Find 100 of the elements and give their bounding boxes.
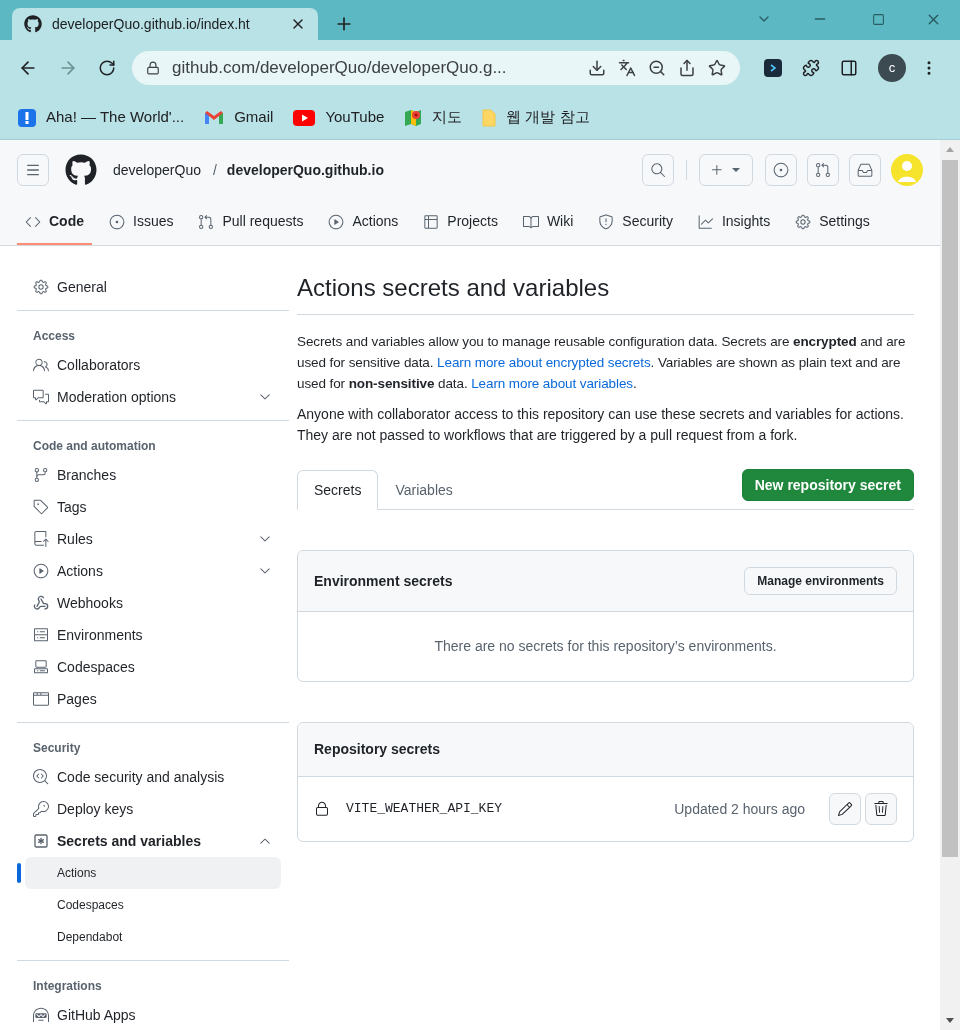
panel-title: Repository secrets	[314, 740, 441, 759]
bookmark[interactable]: YouTube	[293, 106, 385, 129]
trash-icon	[873, 801, 889, 817]
asterisk-icon	[33, 833, 49, 849]
path-separator: /	[212, 160, 217, 180]
repo-push-icon	[33, 531, 49, 547]
section-heading: Access	[32, 328, 77, 345]
tag-icon	[33, 499, 49, 515]
learn-more-link[interactable]: Learn more about encrypted secrets	[437, 355, 651, 370]
shield-icon	[598, 213, 615, 230]
section-heading: Security	[32, 740, 82, 757]
bookmark[interactable]: 웹 개발 참고	[482, 106, 590, 129]
browser-window-icon	[33, 691, 49, 707]
reload-icon[interactable]	[98, 59, 116, 77]
repo-tab[interactable]: Actions	[320, 200, 407, 245]
sidebar-item[interactable]: Tags	[25, 491, 281, 523]
sidebar-item[interactable]: Branches	[25, 459, 281, 491]
sidebar-subitem[interactable]: Codespaces	[25, 889, 281, 921]
sidebar-item[interactable]: GitHub Apps	[25, 999, 281, 1030]
sidebar-item[interactable]: Webhooks	[25, 587, 281, 619]
extension-icon[interactable]	[764, 59, 782, 77]
menu-button[interactable]	[17, 154, 49, 186]
gear-icon	[33, 279, 49, 295]
sidebar-item[interactable]: Secrets and variables	[25, 825, 281, 857]
lock-icon	[314, 801, 330, 817]
repo-tab[interactable]: Security	[590, 200, 681, 245]
install-icon[interactable]	[588, 59, 606, 77]
repo-tab[interactable]: Insights	[689, 200, 779, 245]
empty-message: There are no secrets for this repository’s environments.	[434, 637, 777, 656]
translate-icon[interactable]	[618, 59, 636, 77]
owner-link[interactable]: developerQuo	[113, 159, 201, 181]
url-text: github.com/developerQuo/developerQuo.g...	[172, 57, 508, 80]
sidebar-subitem[interactable]: Actions	[25, 857, 281, 889]
delete-button[interactable]	[865, 793, 897, 825]
bookmark[interactable]: Gmail	[204, 106, 274, 129]
octocat-icon	[24, 15, 42, 33]
play-icon	[33, 563, 49, 579]
sidebar-item[interactable]: Rules	[25, 523, 281, 555]
page-title: Actions secrets and variables	[297, 270, 914, 315]
panel-title: Environment secrets	[314, 571, 454, 591]
sidebar-subitem[interactable]: Dependabot	[25, 921, 281, 953]
zoom-out-icon[interactable]	[648, 59, 666, 77]
book-icon	[522, 213, 539, 230]
sidebar-item[interactable]: Code security and analysis	[25, 761, 281, 793]
sidebar-item[interactable]: Actions	[25, 555, 281, 587]
search-button[interactable]	[642, 154, 674, 186]
browser-tab[interactable]: developerQuo.github.io/index.ht	[12, 8, 318, 40]
branch-icon	[33, 467, 49, 483]
scrollbar[interactable]	[940, 140, 960, 1030]
star-icon[interactable]	[708, 59, 726, 77]
repo-link[interactable]: developerQuo.github.io	[226, 159, 384, 181]
webhook-icon	[33, 595, 49, 611]
bookmark[interactable]: Aha! — The World'...	[18, 106, 185, 129]
access-note: Anyone with collaborator access to this repository can use these secrets and variables for actions. They are not passed to workflows that are triggered by a pull request from a fork.	[297, 405, 905, 445]
updated-time: Updated 2 hours ago	[674, 799, 805, 819]
people-icon	[33, 357, 49, 373]
sidebar-item[interactable]: Deploy keys	[25, 793, 281, 825]
side-panel-icon[interactable]	[840, 59, 858, 77]
sidebar-item[interactable]: Moderation options	[25, 381, 281, 413]
inbox-button[interactable]	[849, 154, 881, 186]
description-text: Secrets and variables allow you to manage reusable configuration data. Secrets are encrypted and are used for sensitive data. Learn more about encrypted secrets. Variables are shown as plain text and are used for non-sensitive data. Learn more about variables.	[297, 333, 907, 393]
repo-tab[interactable]: Projects	[415, 200, 506, 245]
robot-icon	[33, 1007, 49, 1023]
repo-tab[interactable]: Wiki	[514, 200, 582, 245]
repo-tab[interactable]: Issues	[101, 200, 182, 245]
new-secret-button[interactable]: New repository secret	[741, 469, 914, 501]
folder-icon	[482, 108, 497, 127]
puzzle-icon[interactable]	[802, 59, 820, 77]
sidebar-item[interactable]: Pages	[25, 683, 281, 715]
maximize-icon[interactable]	[872, 12, 885, 26]
mail-icon	[204, 110, 225, 125]
repo-tab[interactable]: Pull requests	[190, 200, 312, 245]
settings-icon	[795, 213, 812, 230]
tab[interactable]: Secrets	[297, 470, 379, 510]
learn-more-link[interactable]: Learn more about variables	[471, 376, 633, 391]
play-button-icon	[293, 109, 316, 126]
octocat-icon[interactable]	[65, 154, 97, 186]
address-bar[interactable]: github.com/developerQuo/developerQuo.g...	[132, 51, 740, 85]
manage-environments-button[interactable]: Manage environments	[744, 567, 897, 595]
sidebar-item[interactable]: General	[25, 271, 281, 303]
key-icon	[33, 801, 49, 817]
map-pin-icon	[404, 108, 423, 127]
sidebar-item[interactable]: Codespaces	[25, 651, 281, 683]
issues-button[interactable]	[765, 154, 797, 186]
edit-button[interactable]	[829, 793, 861, 825]
scroll-down-icon[interactable]	[946, 1018, 954, 1024]
tab[interactable]: Variables	[378, 470, 470, 510]
lock-icon	[146, 61, 160, 75]
pull-requests-button[interactable]	[807, 154, 839, 186]
repo-tab[interactable]: Settings	[787, 200, 878, 245]
codespaces-icon	[33, 659, 49, 675]
profile-avatar[interactable]: c	[878, 54, 906, 82]
sidebar-item[interactable]: Collaborators	[25, 349, 281, 381]
bookmark[interactable]: 지도	[404, 106, 463, 129]
table-icon	[423, 213, 440, 230]
secret-name: VITE_WEATHER_API_KEY	[346, 800, 504, 819]
sidebar-item[interactable]: Environments	[25, 619, 281, 651]
search-icon	[650, 162, 666, 178]
issue-icon	[109, 213, 125, 230]
share-icon[interactable]	[678, 59, 696, 77]
